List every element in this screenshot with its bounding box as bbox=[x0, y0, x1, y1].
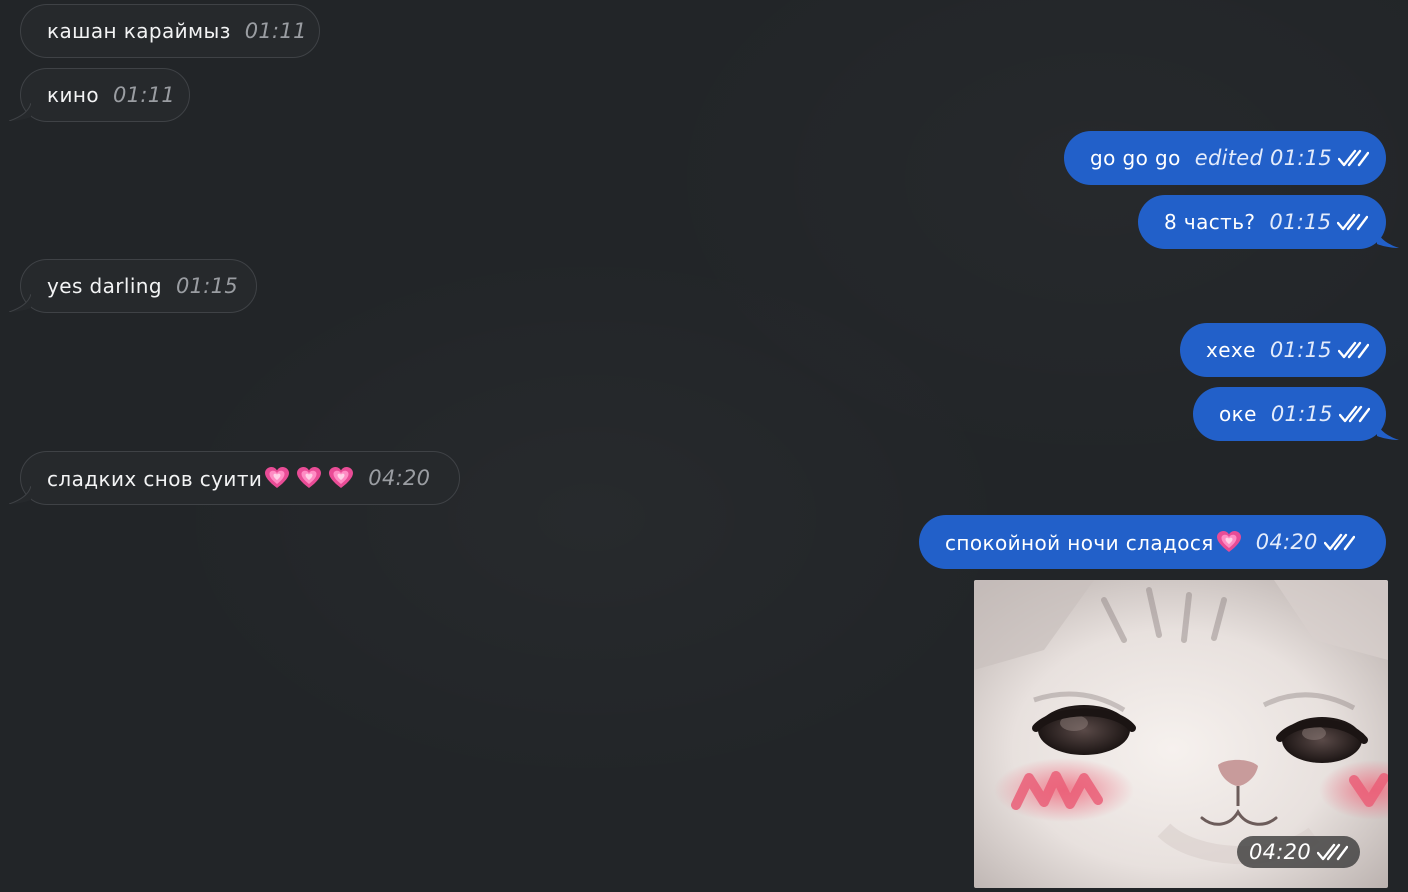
message-incoming[interactable]: yes darling 01:15 bbox=[20, 259, 257, 313]
sticker-time: 04:20 bbox=[1248, 840, 1311, 864]
bubble-tail bbox=[9, 103, 31, 121]
growing-heart-icon bbox=[265, 466, 290, 488]
message-text: спокойной ночи сладося bbox=[945, 530, 1242, 555]
message-incoming[interactable]: кино 01:11 bbox=[20, 68, 190, 122]
chat-area[interactable]: кашан караймыз 01:11 кино 01:11 go go go… bbox=[0, 0, 1408, 892]
message-incoming[interactable]: кашан караймыз 01:11 bbox=[20, 4, 320, 58]
growing-heart-icon bbox=[329, 466, 354, 488]
message-outgoing[interactable]: хехе 01:15 bbox=[1180, 323, 1386, 377]
sticker-time-badge: 04:20 bbox=[1236, 836, 1360, 868]
bubble-tail bbox=[9, 294, 31, 312]
bubble-tail bbox=[1377, 422, 1399, 440]
message-text: yes darling bbox=[47, 274, 162, 298]
bubble-tail bbox=[1377, 230, 1399, 248]
message-text: 8 часть? bbox=[1164, 210, 1256, 234]
message-time: edited 01:15 bbox=[1195, 146, 1370, 170]
double-check-icon bbox=[1338, 405, 1370, 423]
message-time: 01:15 bbox=[1269, 210, 1369, 234]
message-text: кашан караймыз bbox=[47, 19, 231, 43]
message-text: оке bbox=[1219, 402, 1257, 426]
double-check-icon bbox=[1323, 533, 1355, 551]
message-text: кино bbox=[47, 83, 99, 107]
message-outgoing[interactable]: спокойной ночи сладося 04:20 bbox=[919, 515, 1386, 569]
message-text: хехе bbox=[1206, 338, 1256, 362]
cat-sticker[interactable]: 04:20 bbox=[974, 580, 1388, 888]
double-check-icon bbox=[1337, 213, 1369, 231]
message-outgoing[interactable]: оке 01:15 bbox=[1193, 387, 1386, 441]
bubble-tail bbox=[9, 486, 31, 504]
growing-heart-icon bbox=[1216, 530, 1241, 552]
message-incoming[interactable]: сладких снов суити 04:20 bbox=[20, 451, 460, 505]
message-time: 01:11 bbox=[244, 19, 307, 43]
message-outgoing[interactable]: 8 часть? 01:15 bbox=[1138, 195, 1386, 249]
growing-heart-icon bbox=[297, 466, 322, 488]
message-time: 01:15 bbox=[1270, 338, 1369, 362]
double-check-icon bbox=[1337, 341, 1369, 359]
double-check-icon bbox=[1338, 149, 1370, 167]
message-time: 01:11 bbox=[113, 83, 176, 107]
message-time: 01:15 bbox=[175, 274, 239, 298]
message-outgoing[interactable]: go go go edited 01:15 bbox=[1064, 131, 1386, 185]
message-text: go go go bbox=[1090, 146, 1181, 170]
double-check-icon bbox=[1317, 843, 1348, 861]
message-time: 04:20 bbox=[368, 466, 431, 490]
message-time: 01:15 bbox=[1271, 402, 1370, 426]
message-time: 04:20 bbox=[1256, 530, 1355, 554]
message-text: сладких снов суити bbox=[47, 466, 354, 491]
